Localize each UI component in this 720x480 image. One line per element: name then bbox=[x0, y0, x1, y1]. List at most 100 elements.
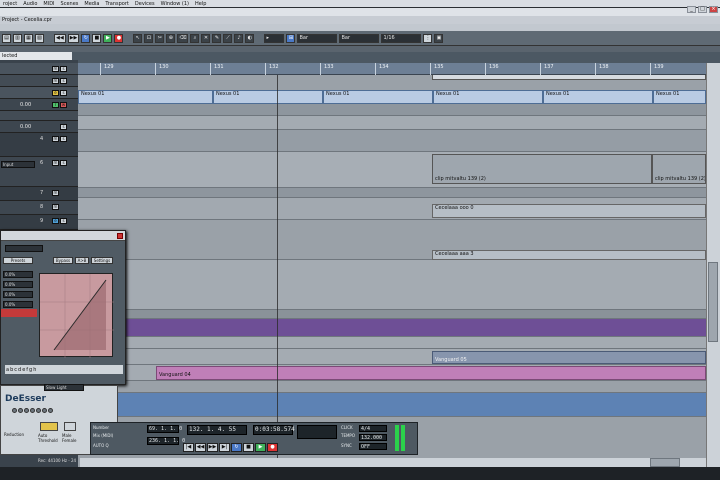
signature-display[interactable]: 4/4 bbox=[359, 425, 387, 432]
menu-help[interactable]: Help bbox=[192, 1, 209, 7]
vanguard-part[interactable]: Vanguard 05 bbox=[432, 351, 706, 364]
letter-f[interactable]: f bbox=[26, 367, 28, 373]
playhead-cursor[interactable] bbox=[277, 75, 278, 475]
nexus-part[interactable]: Nexus 01 bbox=[433, 90, 543, 104]
record-icon[interactable]: ● bbox=[267, 443, 278, 452]
cycle-icon[interactable]: ↻ bbox=[231, 443, 242, 452]
letter-g[interactable]: g bbox=[29, 367, 32, 373]
bypass-button[interactable]: Bypass bbox=[53, 257, 73, 264]
edit-button[interactable]: e bbox=[52, 218, 59, 224]
track-row[interactable]: m s bbox=[0, 75, 78, 87]
side-value[interactable]: 0.0% bbox=[3, 271, 33, 278]
letter-a[interactable]: a bbox=[6, 367, 9, 373]
vanguard-part[interactable]: Vanguard 04 bbox=[156, 366, 706, 380]
end-icon[interactable]: ▶| bbox=[219, 443, 230, 452]
midi-part[interactable] bbox=[432, 75, 706, 80]
solo-button[interactable]: s bbox=[60, 160, 67, 166]
color-tool-icon[interactable]: ◐ bbox=[245, 33, 255, 43]
ab-button[interactable]: A>B bbox=[75, 257, 89, 264]
color-menu-icon[interactable]: ▣ bbox=[434, 33, 444, 43]
horizontal-scroll-thumb[interactable] bbox=[650, 458, 680, 467]
zoom-tool-icon[interactable]: ⌕ bbox=[190, 33, 200, 43]
play-icon[interactable]: ▶ bbox=[255, 443, 266, 452]
tempo-display[interactable]: 132.000 bbox=[359, 434, 387, 441]
solo-button[interactable]: s bbox=[60, 66, 67, 72]
clip-part[interactable]: clip mitvaltu 139 (2) bbox=[432, 154, 652, 184]
menu-project[interactable]: roject bbox=[0, 1, 20, 7]
track-row[interactable]: 4 m s bbox=[0, 133, 78, 157]
lane-purple[interactable] bbox=[78, 319, 706, 337]
record-icon[interactable]: ● bbox=[114, 33, 124, 43]
edit-mode-select[interactable]: ▸ bbox=[264, 33, 285, 43]
fast-rewind-icon[interactable]: ◀◀ bbox=[195, 443, 206, 452]
time-display[interactable]: 0:03:58.574 bbox=[253, 425, 295, 435]
track-row[interactable] bbox=[0, 111, 78, 121]
timeline-ruler[interactable]: 129 130 131 132 133 134 135 136 137 138 … bbox=[78, 63, 706, 75]
arrow-tool-icon[interactable]: ↖ bbox=[133, 33, 143, 43]
quantize-select[interactable]: 1/16 bbox=[381, 33, 422, 43]
cycle-icon[interactable]: ↻ bbox=[81, 33, 91, 43]
track-row[interactable]: Input 6 m s bbox=[0, 157, 78, 187]
side-value[interactable]: 0.0% bbox=[3, 291, 33, 298]
clip-part[interactable]: clip mitvaltu 139 (2) bbox=[652, 154, 706, 184]
side-value[interactable]: 0.0% bbox=[3, 281, 33, 288]
tb-toggle4-icon[interactable]: ▧ bbox=[35, 33, 44, 43]
track-row[interactable]: 0.00 r w bbox=[0, 99, 78, 111]
mute-button[interactable]: m bbox=[52, 204, 59, 210]
solo-button[interactable]: s bbox=[60, 218, 67, 224]
cecelia-part[interactable]: Cecelaaa ooo 0 bbox=[432, 204, 706, 218]
track-row[interactable]: e s bbox=[0, 87, 78, 99]
menu-transport[interactable]: Transport bbox=[102, 1, 131, 7]
stop-icon[interactable]: ■ bbox=[243, 443, 254, 452]
tb-toggle2-icon[interactable]: ▥ bbox=[13, 33, 22, 43]
tb-toggle-icon[interactable]: ▤ bbox=[2, 33, 11, 43]
marker-display[interactable] bbox=[297, 425, 337, 439]
mute-button[interactable]: m bbox=[52, 136, 59, 142]
letter-h[interactable]: h bbox=[33, 367, 36, 373]
preset-button[interactable]: Presets bbox=[3, 257, 33, 264]
mute-button[interactable]: m bbox=[52, 78, 59, 84]
track-row[interactable]: 0.00 s bbox=[0, 121, 78, 133]
monitor-button[interactable]: e bbox=[52, 90, 59, 96]
nexus-part[interactable]: Nexus 01 bbox=[78, 90, 213, 104]
rewind-icon[interactable]: ◀◀ bbox=[54, 33, 66, 43]
letter-d[interactable]: d bbox=[18, 367, 21, 373]
plugin-track-select[interactable] bbox=[5, 245, 43, 252]
snap-select[interactable]: Bar bbox=[339, 33, 380, 43]
play-icon[interactable]: ▶ bbox=[103, 33, 113, 43]
read-button[interactable]: r bbox=[52, 102, 59, 108]
mute-button[interactable]: m bbox=[52, 190, 59, 196]
letter-e[interactable]: e bbox=[22, 367, 25, 373]
write-button[interactable]: w bbox=[60, 102, 67, 108]
male-female-switch[interactable] bbox=[64, 422, 76, 431]
menu-window[interactable]: Window (1) bbox=[158, 1, 192, 7]
horizontal-scrollbar[interactable] bbox=[80, 458, 706, 467]
letter-b[interactable]: b bbox=[10, 367, 13, 373]
mute-button[interactable]: m bbox=[52, 66, 59, 72]
offset-display[interactable]: OFF bbox=[359, 443, 387, 450]
track-row[interactable]: m s bbox=[0, 63, 78, 75]
input-routing[interactable]: Input bbox=[1, 161, 35, 168]
nexus-part[interactable]: Nexus 01 bbox=[213, 90, 323, 104]
play-tool-icon[interactable]: ♪ bbox=[234, 33, 244, 43]
vertical-scroll-thumb[interactable] bbox=[708, 262, 718, 342]
left-locator[interactable]: 69. 1. 1. 0 bbox=[147, 425, 182, 433]
nexus-part[interactable]: Nexus 01 bbox=[543, 90, 653, 104]
grid-select[interactable]: Bar bbox=[297, 33, 338, 43]
right-locator[interactable]: 236. 1. 1. 0 bbox=[147, 437, 185, 445]
track-row[interactable]: 7 m bbox=[0, 187, 78, 201]
quantize-setup-icon[interactable]: ⋮ bbox=[423, 33, 433, 43]
lane-blue[interactable] bbox=[78, 393, 706, 417]
split-tool-icon[interactable]: ✂ bbox=[155, 33, 165, 43]
glue-tool-icon[interactable]: ⊕ bbox=[166, 33, 176, 43]
minimize-icon[interactable]: _ bbox=[687, 5, 696, 13]
rewind-icon[interactable]: |◀ bbox=[183, 443, 194, 452]
close-icon[interactable]: × bbox=[709, 5, 718, 13]
menu-midi[interactable]: MIDI bbox=[40, 1, 57, 7]
position-display[interactable]: 132. 1. 4. 55 bbox=[187, 425, 247, 435]
line-tool-icon[interactable]: ⟋ bbox=[223, 33, 233, 43]
plugin-titlebar[interactable] bbox=[1, 231, 125, 241]
menu-scenes[interactable]: Scenes bbox=[58, 1, 82, 7]
arrange-window[interactable]: Nexus 01 Nexus 01 Nexus 01 Nexus 01 Nexu… bbox=[78, 75, 706, 475]
transport-panel[interactable]: Number Mix (MIDI) AUTO Q 69. 1. 1. 0 236… bbox=[90, 422, 418, 455]
